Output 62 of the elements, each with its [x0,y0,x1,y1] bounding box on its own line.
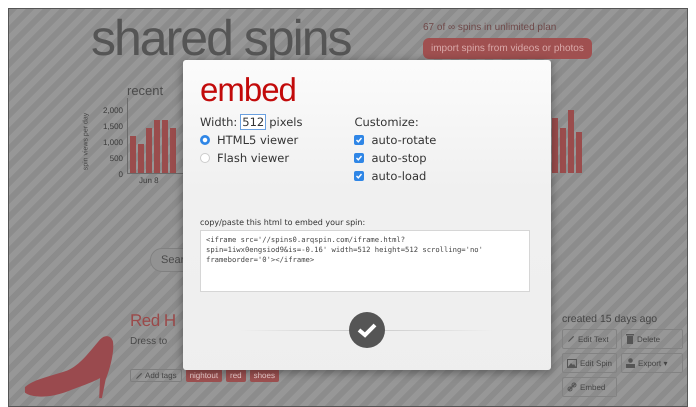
axis-tick-label: 1,000 [102,139,123,147]
action-button[interactable]: Edit Spin [562,353,617,373]
option-label: HTML5 viewer [217,133,298,147]
chart-bar [146,128,152,173]
plan-text: 67 of ∞ spins in unlimited plan [423,22,556,33]
checkbox[interactable] [354,171,364,181]
action-button[interactable]: Export ▾ [621,353,683,373]
radio-button[interactable] [200,153,210,163]
radio-button[interactable] [200,135,210,145]
button-label: Delete [637,334,660,344]
checkbox[interactable] [354,153,364,163]
created-date: created 15 days ago [562,313,658,325]
import-button[interactable]: import spins from videos or photos [423,38,592,59]
chart-bar [138,144,144,173]
tag[interactable]: red [226,369,246,382]
button-label: Embed [580,382,606,392]
action-button[interactable]: Edit Text [562,329,617,349]
option-label: auto-stop [371,151,427,165]
chart-bar [154,120,160,173]
chart-bar [552,118,558,173]
dialog-title: embed [200,72,296,108]
axis-tick-label: 1,500 [102,123,123,131]
pencil-icon [135,372,143,380]
button-label: Edit Spin [580,358,612,368]
axis-tick-label: 2,000 [102,107,123,115]
unit-label: pixels [269,115,302,129]
chart-heading: recent [127,84,164,98]
person-icon [626,358,635,368]
chart-bar [130,136,136,173]
chart-bar [568,110,574,173]
button-label: Edit Text [578,334,609,344]
section-label: Customize: [354,115,419,129]
chart-bar [162,120,168,173]
trash-icon [626,334,634,344]
field-label: Width: [200,115,238,129]
action-button[interactable]: Delete [621,329,683,349]
checkmark-icon [357,322,377,338]
axis-tick-label: Jun 8 [139,176,159,185]
pencil-icon [567,335,575,343]
chart-bar [170,128,176,173]
spin-title: Red H [130,311,176,331]
confirm-button[interactable] [349,312,385,348]
action-button[interactable]: Embed [562,377,617,397]
axis-tick-label: 0 [118,171,123,179]
link-icon [567,382,577,392]
button-label: Add tags [145,371,177,380]
tag[interactable]: shoes [250,369,279,382]
axis-tick-label: 500 [110,155,123,163]
code-label: copy/paste this html to embed your spin: [200,218,366,227]
option-label: auto-rotate [371,133,436,147]
add-tags-button[interactable]: Add tags [130,369,182,382]
option-label: auto-load [371,169,426,183]
option-label: Flash viewer [217,151,290,165]
checkbox[interactable] [354,135,364,145]
width-field[interactable]: 512 [240,114,266,130]
chart-bar [560,128,566,173]
button-label: Export ▾ [638,358,668,368]
page-title: shared spins [91,11,352,68]
tag[interactable]: nightout [186,369,222,382]
chart-bar [576,132,582,173]
spin-description: Dress to [130,336,168,347]
image-icon [567,358,577,368]
